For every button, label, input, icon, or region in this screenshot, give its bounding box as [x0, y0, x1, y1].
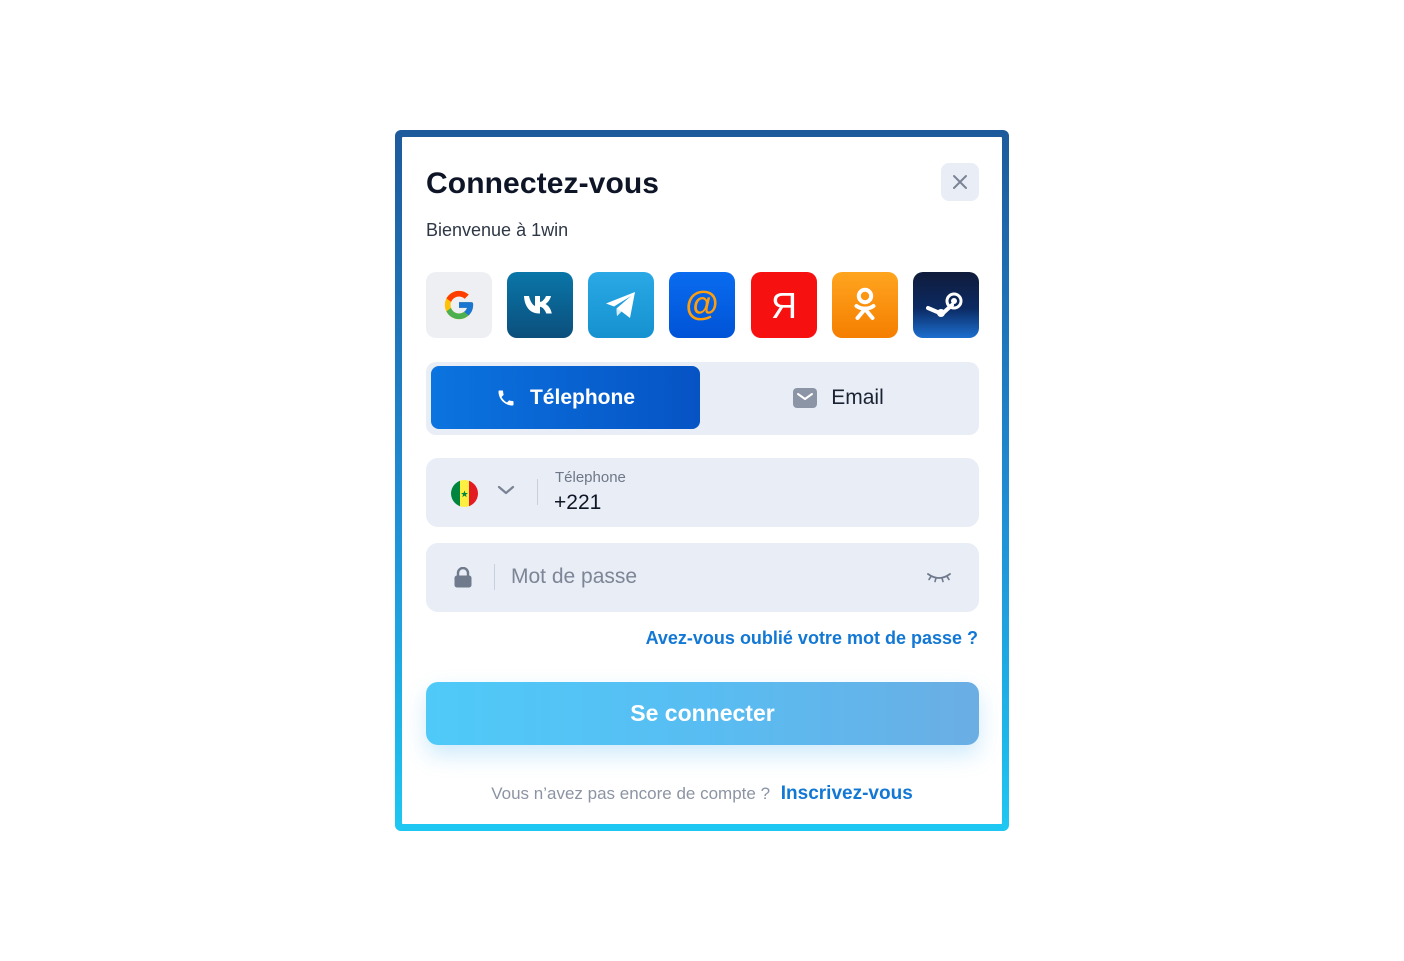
phone-field: Télephone [426, 458, 979, 527]
signup-link[interactable]: Inscrivez-vous [781, 783, 913, 804]
tab-email-label: Email [831, 385, 884, 409]
svg-text:@: @ [686, 287, 719, 323]
odnoklassniki-login-button[interactable] [831, 272, 898, 338]
telegram-login-button[interactable] [588, 272, 655, 338]
tab-phone-label: Télephone [529, 385, 635, 409]
signup-row: Vous n’avez pas encore de compte ? Inscr… [402, 783, 1002, 805]
social-login-row: @ Я [426, 272, 979, 338]
phone-input[interactable] [554, 491, 934, 515]
steam-icon [925, 292, 963, 317]
vk-login-button[interactable] [507, 272, 574, 338]
ok-icon [854, 287, 876, 320]
phone-icon [498, 390, 514, 405]
vk-icon [524, 296, 552, 314]
phone-field-label: Télephone [555, 469, 626, 486]
password-input[interactable] [511, 565, 911, 589]
eye-closed-icon[interactable] [926, 571, 952, 583]
no-account-text: Vous n’avez pas encore de compte ? [491, 784, 771, 803]
yandex-login-button[interactable]: Я [750, 272, 817, 338]
login-modal-frame: Connectez-vous Bienvenue à 1win @ Я Téle… [395, 130, 1009, 831]
tab-email[interactable]: Email [704, 366, 973, 429]
senegal-flag-icon[interactable] [451, 480, 478, 507]
tab-phone[interactable]: Télephone [431, 366, 700, 429]
dialog-title: Connectez-vous [426, 167, 660, 200]
mail-at-icon: @ [686, 287, 719, 323]
svg-text:Я: Я [771, 287, 797, 323]
field-divider [537, 479, 538, 505]
mailru-login-button[interactable]: @ [669, 272, 736, 338]
google-icon [444, 290, 474, 320]
login-method-tabs: Télephone Email [426, 362, 979, 435]
envelope-icon [793, 387, 818, 408]
password-field [426, 543, 979, 612]
lock-icon [454, 567, 472, 588]
chevron-down-icon[interactable] [497, 484, 515, 496]
close-icon [953, 175, 967, 189]
telegram-icon [606, 292, 636, 318]
field-divider [494, 564, 495, 590]
login-submit-button[interactable]: Se connecter [426, 682, 979, 745]
forgot-password-link[interactable]: Avez-vous oublié votre mot de passe ? [646, 628, 978, 649]
steam-login-button[interactable] [912, 272, 979, 338]
login-modal: Connectez-vous Bienvenue à 1win @ Я Téle… [402, 137, 1002, 824]
dialog-subtitle: Bienvenue à 1win [426, 220, 569, 240]
close-button[interactable] [941, 163, 979, 201]
yandex-icon: Я [771, 287, 797, 323]
google-login-button[interactable] [426, 272, 492, 338]
